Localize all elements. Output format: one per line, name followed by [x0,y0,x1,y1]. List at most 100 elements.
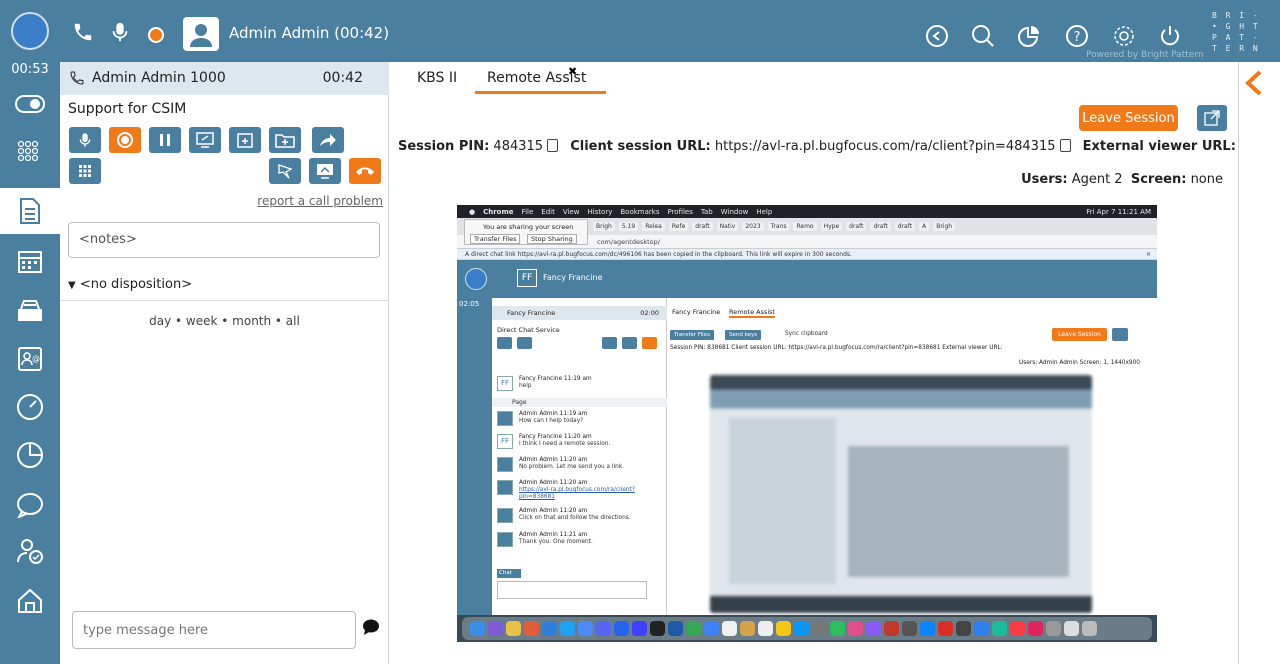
inner-leave-session-button: Leave Session [1052,328,1107,341]
notes-field[interactable]: <notes> [68,222,380,258]
toggle-icon[interactable] [0,81,60,127]
chat-sender: Admin Admin 11:21 am [519,532,588,538]
leave-session-button[interactable]: Leave Session [1079,105,1178,131]
chat-text: Thank you. One moment. [519,539,593,545]
menu-item: View [562,207,580,216]
chat-bubble-icon[interactable] [925,24,949,48]
agent-avatar [497,508,513,523]
phone-icon [69,70,85,90]
mute-button[interactable] [69,127,101,153]
help-icon[interactable]: ? [1065,24,1089,48]
app-icon [866,621,881,636]
menu-item: Tab [700,207,713,216]
caret-down-icon: ▼ [68,280,76,291]
pie-chart-icon[interactable] [1017,24,1041,48]
tab-kbs-ii[interactable]: KBS II [417,70,457,86]
client-url: https://avl-ra.pl.bugfocus.com/ra/client… [714,139,1056,154]
inner-avatar: FF [517,269,537,287]
disposition-select[interactable]: ▼ <no disposition> [68,277,192,292]
app-icon [992,621,1007,636]
copy-icon[interactable] [1059,139,1071,152]
app-icon [632,621,647,636]
users-info: Users: Agent 2 Screen: none [1021,172,1223,187]
chevron-left-icon[interactable] [1243,70,1265,100]
record-dot-icon[interactable] [148,27,164,43]
message-input[interactable]: type message here [72,611,356,649]
session-timer: 00:53 [11,62,49,77]
stop-sharing-button: Stop Sharing [527,234,577,244]
inner-status-indicator [465,268,487,290]
divider [60,300,389,301]
browser-tab: Nativ [716,222,739,231]
search-icon[interactable] [971,24,995,48]
inner-end-button [642,337,657,349]
chat-sender: Fancy Francine 11:19 am [519,376,592,382]
tab-remote-assist[interactable]: Remote Assist [475,70,607,94]
chat-sender: Admin Admin 11:20 am [519,508,588,514]
browser-tab: 2023 [742,222,764,231]
settings-gear-icon[interactable] [1112,24,1136,48]
chat-text: help [519,383,532,389]
session-pin-label: Session PIN: [398,139,490,154]
phone-icon[interactable] [72,21,94,43]
powered-by-text: Powered by Bright Pattern [1086,50,1204,60]
svg-text:?: ? [1074,30,1081,45]
report-call-problem-link[interactable]: report a call problem [257,194,383,208]
close-icon: × [1145,251,1151,258]
menu-item: Chrome [483,207,514,216]
report-pie-icon[interactable] [0,432,60,478]
copy-icon[interactable] [547,139,559,152]
chat-icon[interactable] [0,482,60,528]
inner-transfer-files-button: Transfer Files [670,330,714,340]
home-icon[interactable] [0,578,60,624]
inner-flag-button [622,337,637,349]
user-status-icon[interactable] [0,528,60,574]
app-icon [740,621,755,636]
dock-bar [462,617,1152,640]
microphone-icon[interactable] [111,21,129,43]
dashboard-gauge-icon[interactable] [0,384,60,430]
close-tab-icon[interactable]: ✖ [568,65,577,78]
record-button[interactable] [109,127,141,153]
remote-screen-viewer[interactable]: ● Chrome File Edit View History Bookmark… [457,205,1157,642]
contact-card-icon[interactable]: @ [0,336,60,382]
flag-button[interactable] [269,158,301,184]
hang-up-button[interactable] [349,158,381,184]
browser-tab: A [919,222,930,231]
calendar-app-icon [722,621,737,636]
add-to-folder-button[interactable] [269,127,301,153]
browser-tab: Refe [668,222,689,231]
call-header[interactable]: Admin Admin 1000 00:42 [60,62,389,95]
inbox-icon[interactable] [0,288,60,334]
send-message-icon[interactable] [362,618,380,640]
client-url-label: Client session URL: [570,139,711,154]
chat-link: https://avl-ra.pl.bugfocus.com/ra/client… [519,487,635,500]
dialpad-icon[interactable] [0,130,60,176]
history-filter[interactable]: day • week • month • all [60,314,389,328]
inner-conversation-panel: Fancy Francine 02:00 Direct Chat Service… [492,298,667,615]
agent-status-indicator[interactable] [11,12,49,50]
calendar-icon[interactable] [0,238,60,284]
transfer-button[interactable] [312,127,344,153]
hold-button[interactable] [149,127,181,153]
add-calendar-button[interactable] [229,127,261,153]
chat-text: How can I help today? [519,418,584,424]
external-window-button[interactable] [1197,105,1227,131]
app-icon [578,621,593,636]
app-icon [758,621,773,636]
app-icon [1046,621,1061,636]
keypad-button[interactable] [69,158,101,184]
screen-control-button[interactable] [309,158,341,184]
app-icon [596,621,611,636]
app-store-icon [794,621,809,636]
menu-item: File [521,207,534,216]
user-avatar-icon [183,17,219,51]
screen-sharing-popup: You are sharing your screen Transfer Fil… [464,219,588,245]
document-icon[interactable] [0,188,60,234]
app-icon [974,621,989,636]
power-icon[interactable] [1158,24,1182,48]
app-icon [1064,621,1079,636]
screen-share-button[interactable] [189,127,221,153]
session-pin: 484315 [493,139,544,154]
bright-pattern-logo: B R I - • G H T P A T - T E R N [1212,11,1260,53]
